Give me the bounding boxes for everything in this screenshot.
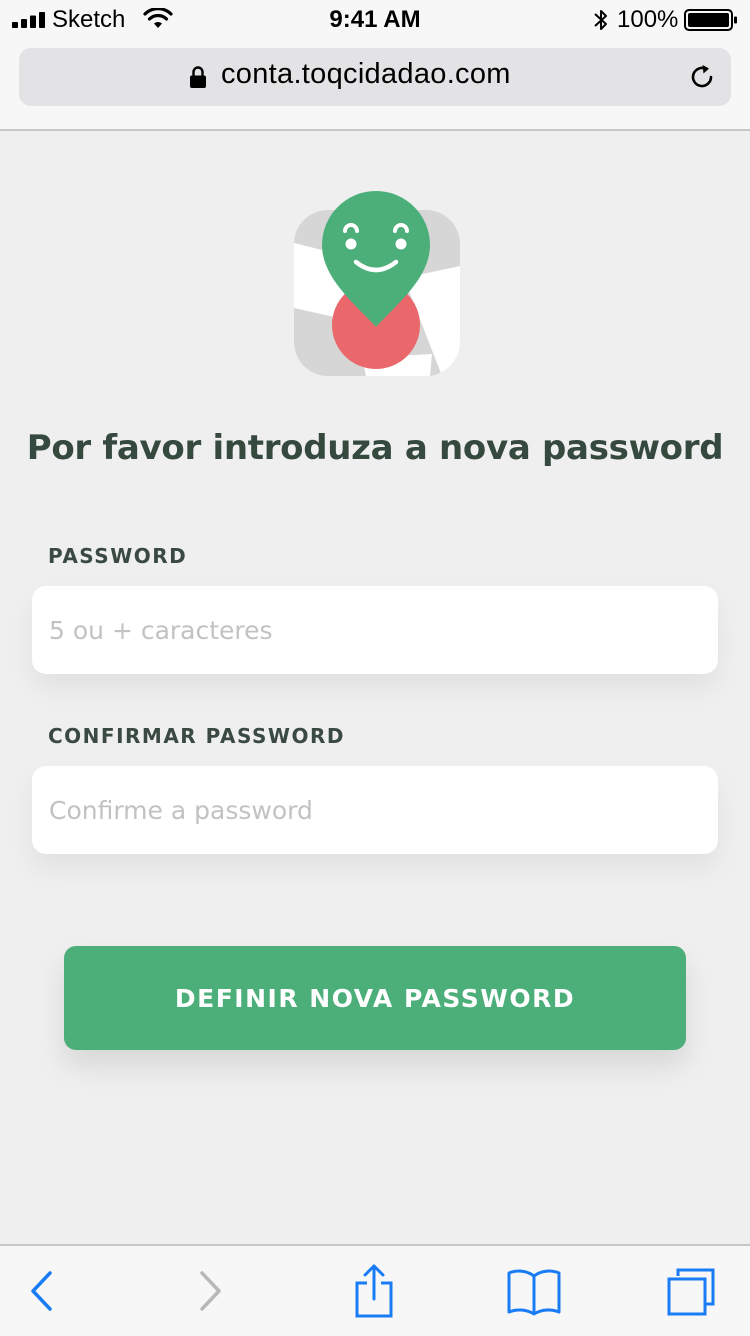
wifi-icon xyxy=(143,8,173,28)
battery-percentage: 100% xyxy=(617,6,679,33)
bluetooth-icon xyxy=(594,10,607,30)
reload-icon[interactable] xyxy=(687,62,717,92)
bookmarks-button[interactable] xyxy=(494,1246,574,1336)
toqcidadao-logo-icon xyxy=(294,191,460,376)
url-text: conta.toqcidadao.com xyxy=(221,58,511,90)
back-button[interactable] xyxy=(2,1246,82,1336)
tabs-icon xyxy=(667,1268,715,1316)
share-button[interactable] xyxy=(334,1246,414,1336)
tabs-button[interactable] xyxy=(652,1246,732,1336)
browser-toolbar xyxy=(0,1244,750,1336)
confirm-password-label: CONFIRMAR PASSWORD xyxy=(48,724,345,748)
back-icon xyxy=(31,1271,52,1311)
confirm-password-input[interactable] xyxy=(32,766,718,854)
browser-address-area: conta.toqcidadao.com xyxy=(0,40,750,131)
cellular-signal-icon xyxy=(12,12,45,28)
page-title: Por favor introduza a nova password xyxy=(26,428,724,468)
password-input[interactable] xyxy=(32,586,718,674)
battery-icon xyxy=(684,9,737,31)
set-new-password-button[interactable]: DEFINIR NOVA PASSWORD xyxy=(64,946,686,1050)
forward-button[interactable] xyxy=(170,1246,250,1336)
share-icon xyxy=(355,1264,393,1318)
status-bar: Sketch 9:41 AM 100% xyxy=(0,0,750,40)
address-bar[interactable]: conta.toqcidadao.com xyxy=(19,48,731,106)
bookmarks-icon xyxy=(507,1269,561,1316)
password-label: PASSWORD xyxy=(48,544,188,568)
forward-icon xyxy=(200,1271,221,1311)
carrier-name: Sketch xyxy=(52,6,126,33)
lock-icon xyxy=(190,66,206,88)
